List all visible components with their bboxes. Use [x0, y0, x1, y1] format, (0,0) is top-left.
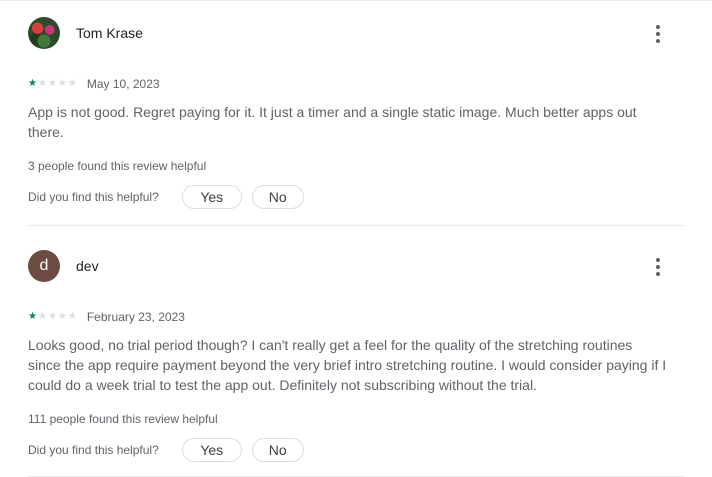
star-icon: ★ — [37, 78, 47, 89]
review-meta: ★ ★ ★ ★ ★ February 23, 2023 — [28, 309, 684, 325]
star-icon: ★ — [47, 78, 57, 89]
review-text: App is not good. Regret paying for it. I… — [28, 104, 637, 140]
star-icon: ★ — [28, 311, 37, 322]
review-divider — [28, 225, 684, 226]
review-date: May 10, 2023 — [86, 77, 160, 91]
more-vert-icon[interactable] — [648, 256, 668, 278]
star-icon: ★ — [37, 311, 47, 322]
star-icon: ★ — [67, 78, 77, 89]
helpful-vote: Did you find this helpful? Yes No — [28, 185, 684, 209]
review-header: d dev — [28, 247, 684, 287]
star-icon: ★ — [67, 311, 77, 322]
helpful-count: 111 people found this review helpful — [28, 412, 218, 426]
review-header: Tom Krase — [28, 14, 684, 54]
author-name: dev — [76, 258, 99, 274]
avatar: d — [28, 250, 60, 282]
star-icon: ★ — [57, 78, 67, 89]
avatar — [28, 17, 60, 49]
vote-question: Did you find this helpful? — [28, 190, 159, 204]
author-name: Tom Krase — [76, 25, 143, 41]
star-rating: ★ ★ ★ ★ ★ — [28, 312, 77, 322]
star-rating: ★ ★ ★ ★ ★ — [28, 79, 77, 89]
more-vert-icon[interactable] — [648, 23, 668, 45]
star-icon: ★ — [47, 311, 57, 322]
star-icon: ★ — [57, 311, 67, 322]
star-icon: ★ — [28, 78, 37, 89]
yes-button[interactable]: Yes — [181, 185, 242, 209]
top-divider — [0, 0, 712, 1]
review-card: Tom Krase ★ ★ ★ ★ ★ May 10, 2023 App is … — [28, 14, 684, 209]
vote-question: Did you find this helpful? — [28, 443, 159, 457]
review-text: Looks good, no trial period though? I ca… — [28, 337, 667, 393]
no-button[interactable]: No — [251, 438, 304, 462]
review-card: d dev ★ ★ ★ ★ ★ February 23, 2023 Looks … — [28, 247, 684, 462]
helpful-count: 3 people found this review helpful — [28, 159, 207, 173]
yes-button[interactable]: Yes — [181, 438, 242, 462]
helpful-vote: Did you find this helpful? Yes No — [28, 438, 684, 462]
review-meta: ★ ★ ★ ★ ★ May 10, 2023 — [28, 76, 684, 92]
no-button[interactable]: No — [251, 185, 304, 209]
review-date: February 23, 2023 — [86, 310, 185, 324]
